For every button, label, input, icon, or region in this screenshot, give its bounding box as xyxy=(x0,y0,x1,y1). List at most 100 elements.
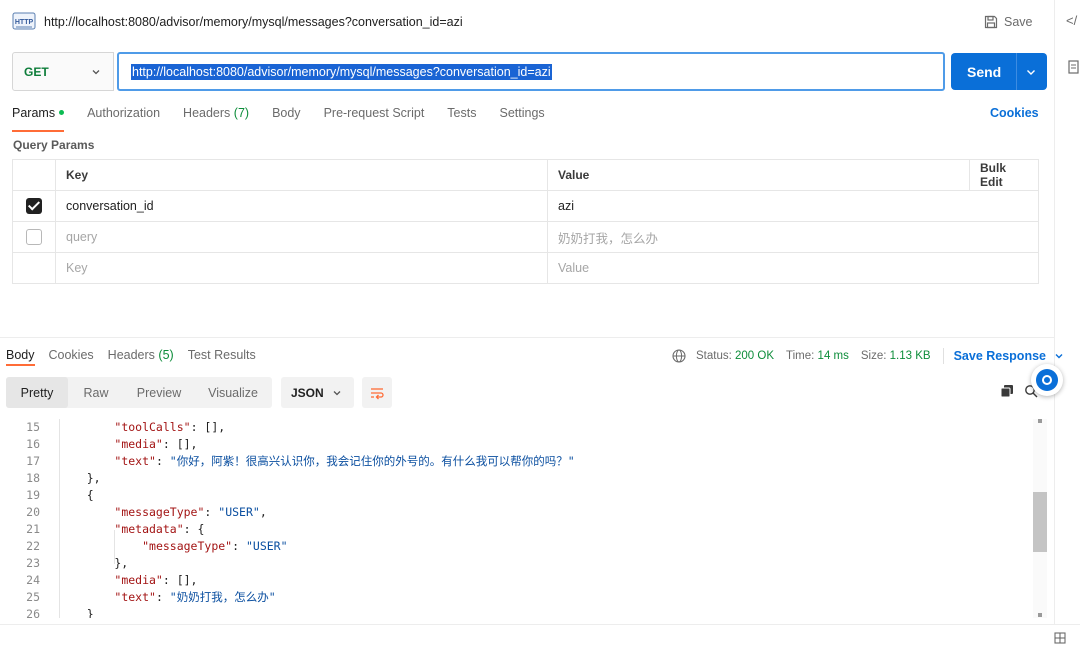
line-number: 24 xyxy=(26,573,40,587)
code-text: "text": "奶奶打我，怎么办" xyxy=(114,590,276,604)
tab-tests[interactable]: Tests xyxy=(447,106,476,130)
request-title-bar: HTTP http://localhost:8080/advisor/memor… xyxy=(0,0,1054,44)
code-text: "metadata": { xyxy=(114,522,205,536)
tab-test-results[interactable]: Test Results xyxy=(188,348,256,362)
send-divider xyxy=(1016,53,1017,90)
request-title[interactable]: http://localhost:8080/advisor/memory/mys… xyxy=(44,15,463,29)
table-row: Key Value xyxy=(12,252,1039,284)
send-button[interactable]: Send xyxy=(951,53,1047,90)
save-button[interactable]: Save xyxy=(984,12,1033,32)
format-value: JSON xyxy=(291,385,324,400)
param-key[interactable]: conversation_id xyxy=(55,190,548,222)
code-line: 20 "messageType": "USER", xyxy=(0,504,1030,521)
line-number: 26 xyxy=(26,607,40,618)
code-line: 16 "media": [], xyxy=(0,436,1030,453)
time-value: 14 ms xyxy=(817,350,849,362)
method-value: GET xyxy=(24,64,49,79)
right-sidebar xyxy=(1054,0,1080,624)
code-text: }, xyxy=(59,556,129,570)
line-number: 17 xyxy=(26,454,40,468)
format-select[interactable]: JSON xyxy=(281,377,354,408)
chevron-down-icon xyxy=(1055,354,1063,359)
globe-icon[interactable] xyxy=(672,349,686,363)
response-meta: Status: 200 OK Time: 14 ms Size: 1.13 KB… xyxy=(672,348,1064,364)
svg-text:HTTP: HTTP xyxy=(15,19,34,26)
table-header-row: Key Value Bulk Edit xyxy=(12,159,1039,191)
tab-headers[interactable]: Headers (7) xyxy=(183,106,249,130)
size-info[interactable]: Size: 1.13 KB xyxy=(861,350,931,362)
cookies-link[interactable]: Cookies xyxy=(990,106,1039,120)
view-preview[interactable]: Preview xyxy=(124,377,194,408)
save-response-button[interactable]: Save Response xyxy=(954,349,1064,363)
line-number: 19 xyxy=(26,488,40,502)
param-value[interactable]: 奶奶打我，怎么办 xyxy=(547,221,1039,253)
code-text: "media": [], xyxy=(114,573,198,587)
view-raw[interactable]: Raw xyxy=(68,377,124,408)
view-pretty[interactable]: Pretty xyxy=(6,377,68,408)
meta-divider xyxy=(942,348,944,364)
http-request-icon: HTTP xyxy=(12,12,36,30)
copy-icon[interactable] xyxy=(1000,384,1014,398)
documentation-icon[interactable] xyxy=(1068,60,1080,74)
tab-body[interactable]: Body xyxy=(272,106,301,130)
code-line: 21 "metadata": { xyxy=(0,521,1030,538)
scroll-up-arrow[interactable] xyxy=(1038,419,1042,423)
tab-prerequest-script[interactable]: Pre-request Script xyxy=(324,106,425,130)
status-bar xyxy=(0,624,1080,648)
assistant-icon xyxy=(1036,369,1058,391)
url-text: http://localhost:8080/advisor/memory/mys… xyxy=(131,63,552,80)
save-icon xyxy=(984,15,998,29)
chevron-down-icon[interactable] xyxy=(1025,66,1037,78)
code-text: "messageType": "USER" xyxy=(142,539,288,553)
response-body-editor[interactable]: 15 "toolCalls": [], 16 "media": [], 17 "te… xyxy=(0,419,1050,618)
response-divider[interactable] xyxy=(0,337,1054,338)
param-checkbox-checked[interactable] xyxy=(26,198,42,214)
code-line: 22 "messageType": "USER" xyxy=(0,538,1030,555)
view-mode-tabs: Pretty Raw Preview Visualize xyxy=(6,377,272,408)
code-text: { xyxy=(59,488,94,502)
value-column-header: Value xyxy=(547,159,970,191)
tab-params[interactable]: Params xyxy=(12,106,65,132)
code-snippet-icon[interactable]: </ xyxy=(1066,13,1077,28)
assistant-bubble-button[interactable] xyxy=(1031,364,1063,396)
tab-response-body[interactable]: Body xyxy=(6,348,35,366)
line-number: 20 xyxy=(26,505,40,519)
query-params-label: Query Params xyxy=(13,138,95,152)
line-number: 23 xyxy=(26,556,40,570)
line-number: 22 xyxy=(26,539,40,553)
key-column-header: Key xyxy=(55,159,548,191)
save-label: Save xyxy=(1004,15,1033,29)
tab-authorization[interactable]: Authorization xyxy=(87,106,160,130)
query-params-table: Key Value Bulk Edit conversation_id azi … xyxy=(12,159,1039,284)
line-number: 25 xyxy=(26,590,40,604)
chevron-down-icon xyxy=(92,70,100,75)
param-checkbox-unchecked[interactable] xyxy=(26,229,42,245)
new-key-placeholder[interactable]: Key xyxy=(55,252,548,284)
code-line: 17 "text": "你好，阿紫！很高兴认识你，我会记住你的外号的。有什么我可… xyxy=(0,453,1030,470)
new-value-placeholder[interactable]: Value xyxy=(547,252,1039,284)
code-line: 19 { xyxy=(0,487,1030,504)
param-key[interactable]: query xyxy=(55,221,548,253)
line-number: 18 xyxy=(26,471,40,485)
tab-response-headers[interactable]: Headers (5) xyxy=(108,348,174,362)
table-row: conversation_id azi xyxy=(12,190,1039,222)
url-input[interactable]: http://localhost:8080/advisor/memory/mys… xyxy=(117,52,945,91)
view-visualize[interactable]: Visualize xyxy=(194,377,272,408)
wrap-lines-button[interactable] xyxy=(362,377,392,408)
response-tabs: Body Cookies Headers (5) Test Results xyxy=(6,348,256,366)
scroll-down-arrow[interactable] xyxy=(1038,613,1042,617)
layout-toggle-icon[interactable] xyxy=(1054,632,1066,644)
editor-scrollbar-thumb[interactable] xyxy=(1033,492,1047,552)
code-line: 24 "media": [], xyxy=(0,572,1030,589)
code-line: 23 }, xyxy=(0,555,1030,572)
tab-response-cookies[interactable]: Cookies xyxy=(49,348,94,362)
param-value[interactable]: azi xyxy=(547,190,1039,222)
time-info[interactable]: Time: 14 ms xyxy=(786,350,849,362)
bulk-edit-button[interactable]: Bulk Edit xyxy=(969,159,1039,191)
code-line: 15 "toolCalls": [], xyxy=(0,419,1030,436)
status-info[interactable]: Status: 200 OK xyxy=(696,350,774,362)
tab-settings[interactable]: Settings xyxy=(499,106,544,130)
code-line: 25 "text": "奶奶打我，怎么办" xyxy=(0,589,1030,606)
response-headers-count: (5) xyxy=(158,348,174,362)
method-select[interactable]: GET xyxy=(12,52,114,91)
